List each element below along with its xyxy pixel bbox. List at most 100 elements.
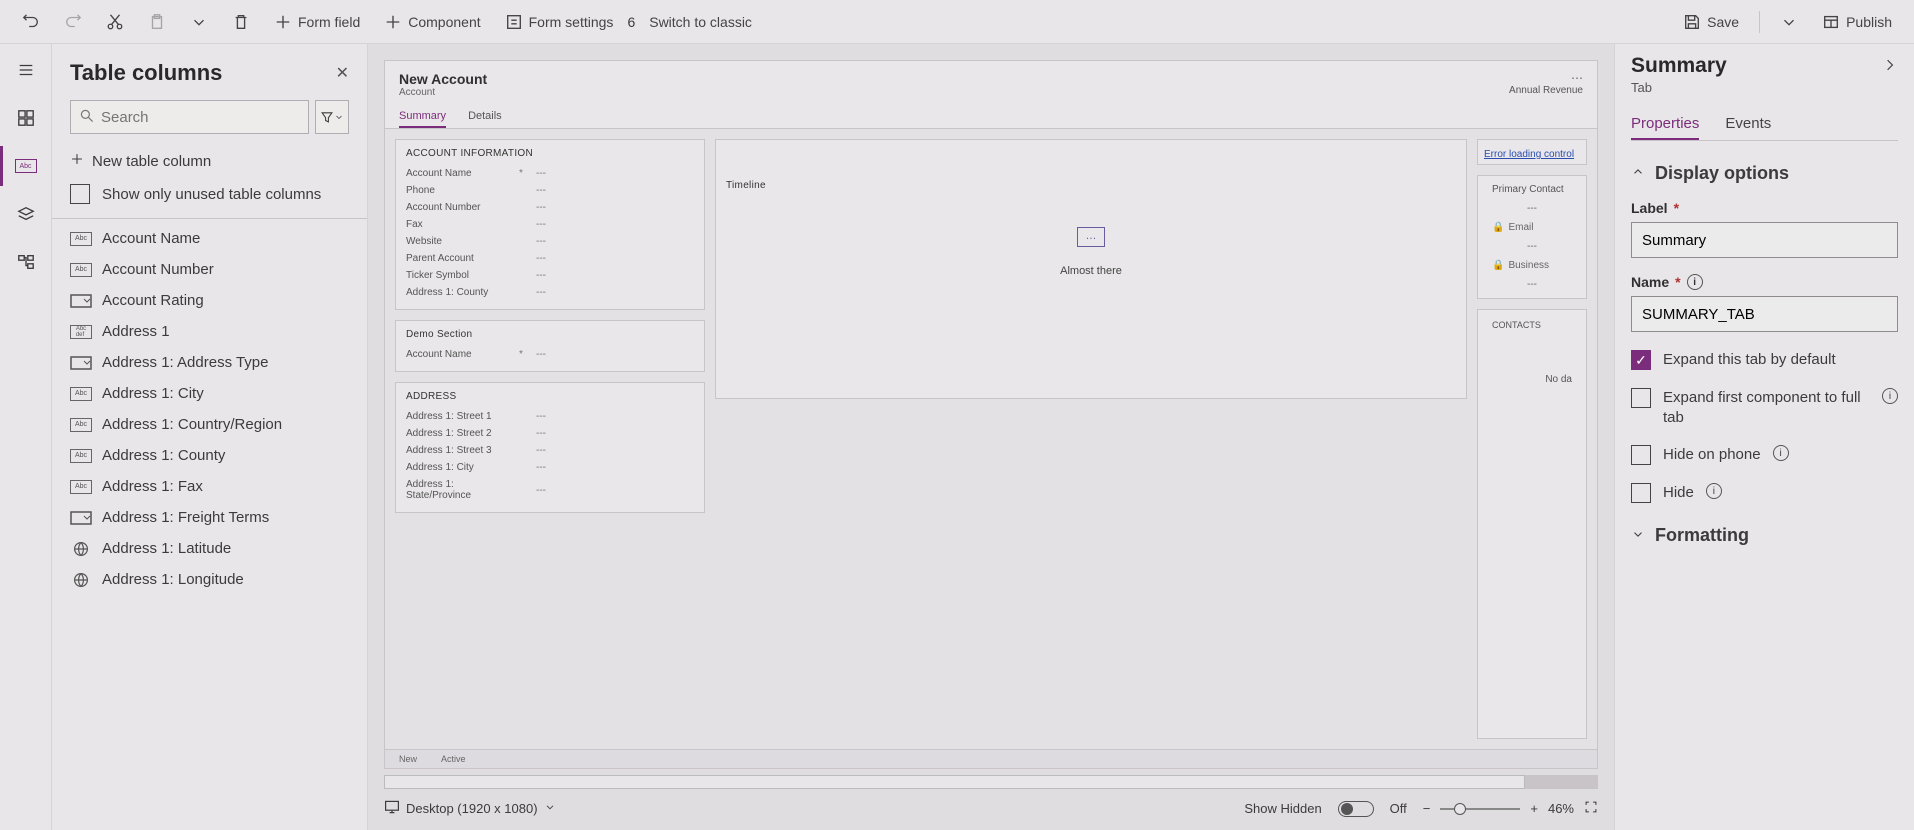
zoom-in-button[interactable]: + bbox=[1530, 801, 1538, 816]
publish-button[interactable]: Publish bbox=[1812, 7, 1902, 37]
paste-icon bbox=[148, 13, 166, 31]
form-field-row[interactable]: Ticker Symbol--- bbox=[406, 267, 694, 284]
rail-components[interactable] bbox=[10, 102, 42, 134]
form-field-row[interactable]: Address 1: Street 3--- bbox=[406, 442, 694, 459]
info-icon[interactable]: i bbox=[1773, 445, 1789, 461]
filter-button[interactable] bbox=[315, 100, 349, 134]
field-label: Account Name bbox=[406, 349, 506, 360]
zoom-slider[interactable] bbox=[1440, 808, 1520, 810]
column-list[interactable]: AbcAccount NameAbcAccount NumberAccount … bbox=[52, 223, 367, 830]
collapse-panel-button[interactable] bbox=[1882, 57, 1898, 76]
tab-properties[interactable]: Properties bbox=[1631, 109, 1699, 140]
column-label: Address 1: Fax bbox=[102, 478, 203, 495]
form-field-row[interactable]: Fax--- bbox=[406, 216, 694, 233]
hide-checkbox[interactable]: Hide i bbox=[1631, 483, 1898, 503]
show-unused-checkbox[interactable]: Show only unused table columns bbox=[52, 178, 367, 214]
column-item[interactable]: Account Rating bbox=[70, 285, 349, 316]
timeline-icon bbox=[1077, 227, 1105, 247]
save-button[interactable]: Save bbox=[1673, 7, 1749, 37]
form-field-row[interactable]: Address 1: Street 2--- bbox=[406, 425, 694, 442]
form-field-row[interactable]: Address 1: County--- bbox=[406, 284, 694, 301]
paste-button[interactable] bbox=[138, 7, 176, 37]
column-item[interactable]: AbcdefAddress 1 bbox=[70, 316, 349, 347]
redo-button[interactable] bbox=[54, 7, 92, 37]
contacts-section[interactable]: CONTACTS No da bbox=[1477, 309, 1587, 739]
section-account-info[interactable]: ACCOUNT INFORMATION Account Name*---Phon… bbox=[395, 139, 705, 310]
rail-layers[interactable] bbox=[10, 198, 42, 230]
form-field-row[interactable]: Account Name*--- bbox=[406, 165, 694, 182]
display-options-header[interactable]: Display options bbox=[1631, 163, 1898, 184]
column-item[interactable]: Address 1: Latitude bbox=[70, 533, 349, 564]
form-field-row[interactable]: Parent Account--- bbox=[406, 250, 694, 267]
form-tab[interactable]: Details bbox=[468, 104, 502, 128]
device-selector[interactable]: Desktop (1920 x 1080) bbox=[384, 799, 556, 818]
topbar: Form field Component Form settings 6 Swi… bbox=[0, 0, 1914, 44]
tab-events[interactable]: Events bbox=[1725, 109, 1771, 140]
expand-first-checkbox[interactable]: Expand first component to full tab i bbox=[1631, 388, 1898, 427]
column-item[interactable]: AbcAddress 1: City bbox=[70, 378, 349, 409]
form-field-row[interactable]: Account Number--- bbox=[406, 199, 694, 216]
zoom-out-button[interactable]: − bbox=[1423, 801, 1431, 816]
switch-to-classic-button[interactable]: Switch to classic bbox=[639, 8, 762, 36]
info-icon[interactable]: i bbox=[1687, 274, 1703, 290]
new-table-column-button[interactable]: New table column bbox=[52, 140, 367, 178]
field-value: --- bbox=[536, 428, 694, 439]
primary-contact-section[interactable]: Primary Contact --- 🔒Email --- 🔒Business… bbox=[1477, 175, 1587, 299]
expand-default-checkbox[interactable]: Expand this tab by default bbox=[1631, 350, 1898, 370]
form-field-row[interactable]: Account Name*--- bbox=[406, 346, 694, 363]
column-item[interactable]: AbcAddress 1: County bbox=[70, 440, 349, 471]
label-input[interactable] bbox=[1631, 222, 1898, 258]
more-menu[interactable]: ⋯ bbox=[1509, 71, 1583, 85]
form-field-row[interactable]: Phone--- bbox=[406, 182, 694, 199]
info-icon[interactable]: i bbox=[1706, 483, 1722, 499]
error-section: Error loading control bbox=[1477, 139, 1587, 165]
error-link[interactable]: Error loading control bbox=[1484, 149, 1574, 160]
undo-button[interactable] bbox=[12, 7, 50, 37]
column-label: Address 1: Latitude bbox=[102, 540, 231, 557]
rail-tree[interactable] bbox=[10, 246, 42, 278]
add-component-button[interactable]: Component bbox=[374, 7, 490, 37]
section-timeline[interactable]: Timeline Almost there bbox=[715, 139, 1467, 399]
close-panel-button[interactable]: ✕ bbox=[336, 63, 349, 83]
column-item[interactable]: Address 1: Freight Terms bbox=[70, 502, 349, 533]
fit-icon[interactable] bbox=[1584, 800, 1598, 817]
search-input[interactable] bbox=[101, 109, 300, 126]
section-demo[interactable]: Demo Section Account Name*--- bbox=[395, 320, 705, 372]
hide-on-phone-checkbox[interactable]: Hide on phone i bbox=[1631, 445, 1898, 465]
save-dropdown[interactable] bbox=[1770, 7, 1808, 37]
rail-table-columns[interactable]: Abc bbox=[10, 150, 42, 182]
name-input[interactable] bbox=[1631, 296, 1898, 332]
column-item[interactable]: AbcAddress 1: Country/Region bbox=[70, 409, 349, 440]
paste-dropdown[interactable] bbox=[180, 7, 218, 37]
save-label: Save bbox=[1707, 14, 1739, 30]
delete-button[interactable] bbox=[222, 7, 260, 37]
add-form-field-button[interactable]: Form field bbox=[264, 7, 370, 37]
section-address[interactable]: ADDRESS Address 1: Street 1---Address 1:… bbox=[395, 382, 705, 513]
column-item[interactable]: Address 1: Address Type bbox=[70, 347, 349, 378]
form-field-row[interactable]: Address 1: Street 1--- bbox=[406, 408, 694, 425]
form-field-row[interactable]: Website--- bbox=[406, 233, 694, 250]
form-card[interactable]: New Account Account ⋯ Annual Revenue Sum… bbox=[384, 60, 1598, 769]
form-field-row[interactable]: Address 1: State/Province--- bbox=[406, 476, 694, 504]
cut-button[interactable] bbox=[96, 7, 134, 37]
zoom-control: − + 46% bbox=[1423, 800, 1598, 817]
form-tab[interactable]: Summary bbox=[399, 104, 446, 128]
show-hidden-toggle[interactable] bbox=[1338, 801, 1374, 817]
component-label: Component bbox=[408, 14, 480, 30]
column-item[interactable]: AbcAddress 1: Fax bbox=[70, 471, 349, 502]
section-title: ADDRESS bbox=[406, 391, 694, 402]
toggle-off-label: Off bbox=[1390, 801, 1407, 816]
info-icon[interactable]: i bbox=[1882, 388, 1898, 404]
form-settings-button[interactable]: Form settings bbox=[495, 7, 624, 37]
horizontal-scrollbar[interactable] bbox=[384, 775, 1598, 789]
column-item[interactable]: AbcAccount Number bbox=[70, 254, 349, 285]
hamburger-menu[interactable] bbox=[10, 54, 42, 86]
status-active: Active bbox=[441, 754, 466, 764]
column-item[interactable]: AbcAccount Name bbox=[70, 223, 349, 254]
formatting-header[interactable]: Formatting bbox=[1631, 525, 1898, 546]
properties-title: Summary bbox=[1631, 54, 1727, 78]
column-item[interactable]: Address 1: Longitude bbox=[70, 564, 349, 595]
form-field-row[interactable]: Address 1: City--- bbox=[406, 459, 694, 476]
search-input-wrap[interactable] bbox=[70, 100, 309, 134]
undo-icon bbox=[22, 13, 40, 31]
